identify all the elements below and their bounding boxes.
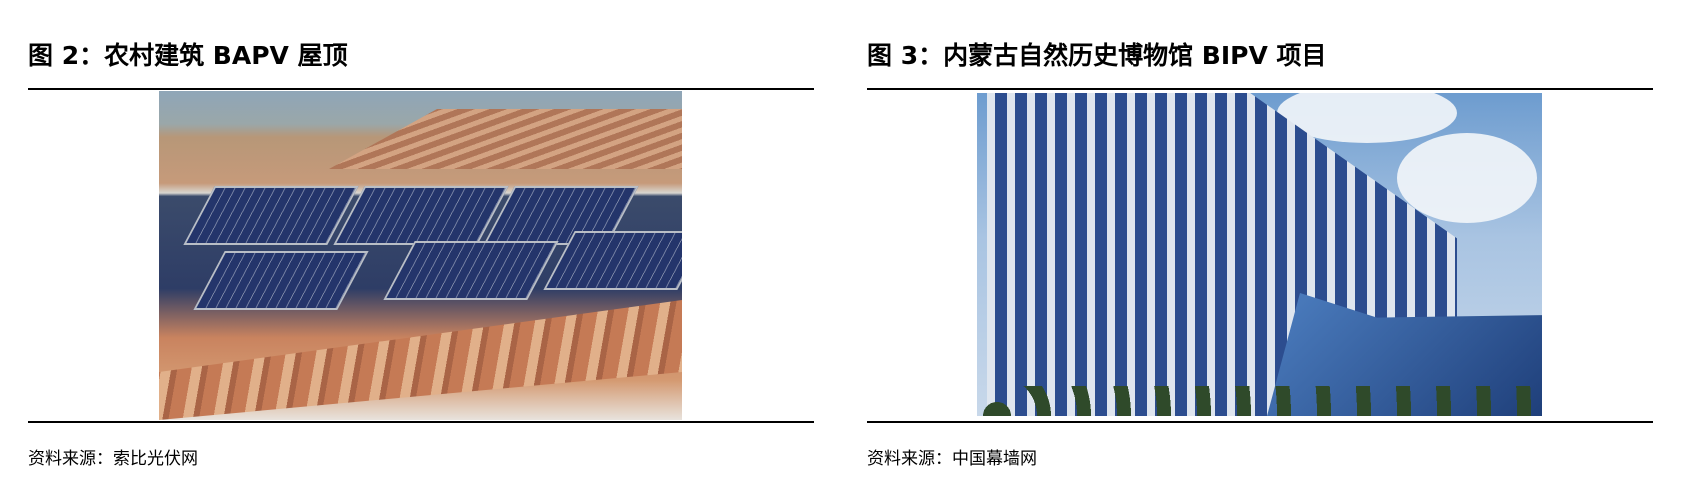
bottom-divider <box>28 421 814 423</box>
rooftop-solar-photo <box>159 91 682 420</box>
roof-tiles <box>329 109 682 169</box>
figure-source: 资料来源：索比光伏网 <box>28 449 198 469</box>
figure-source: 资料来源：中国幕墙网 <box>867 449 1037 469</box>
roof-tiles <box>159 300 682 420</box>
bipv-building-photo <box>977 93 1542 416</box>
solar-panel <box>183 186 359 245</box>
top-divider <box>28 88 814 90</box>
solar-panel <box>383 241 559 300</box>
top-divider <box>867 88 1653 90</box>
trees <box>977 386 1542 416</box>
bottom-divider <box>867 421 1653 423</box>
figure-title: 图 2：农村建筑 BAPV 屋顶 <box>28 41 348 70</box>
figure-title: 图 3：内蒙古自然历史博物馆 BIPV 项目 <box>867 41 1327 70</box>
cloud <box>1397 133 1537 223</box>
figure-2: 图 2：农村建筑 BAPV 屋顶 资料来源：索比光伏网 <box>28 0 814 503</box>
solar-panel <box>333 186 509 245</box>
solar-panel <box>193 251 369 310</box>
